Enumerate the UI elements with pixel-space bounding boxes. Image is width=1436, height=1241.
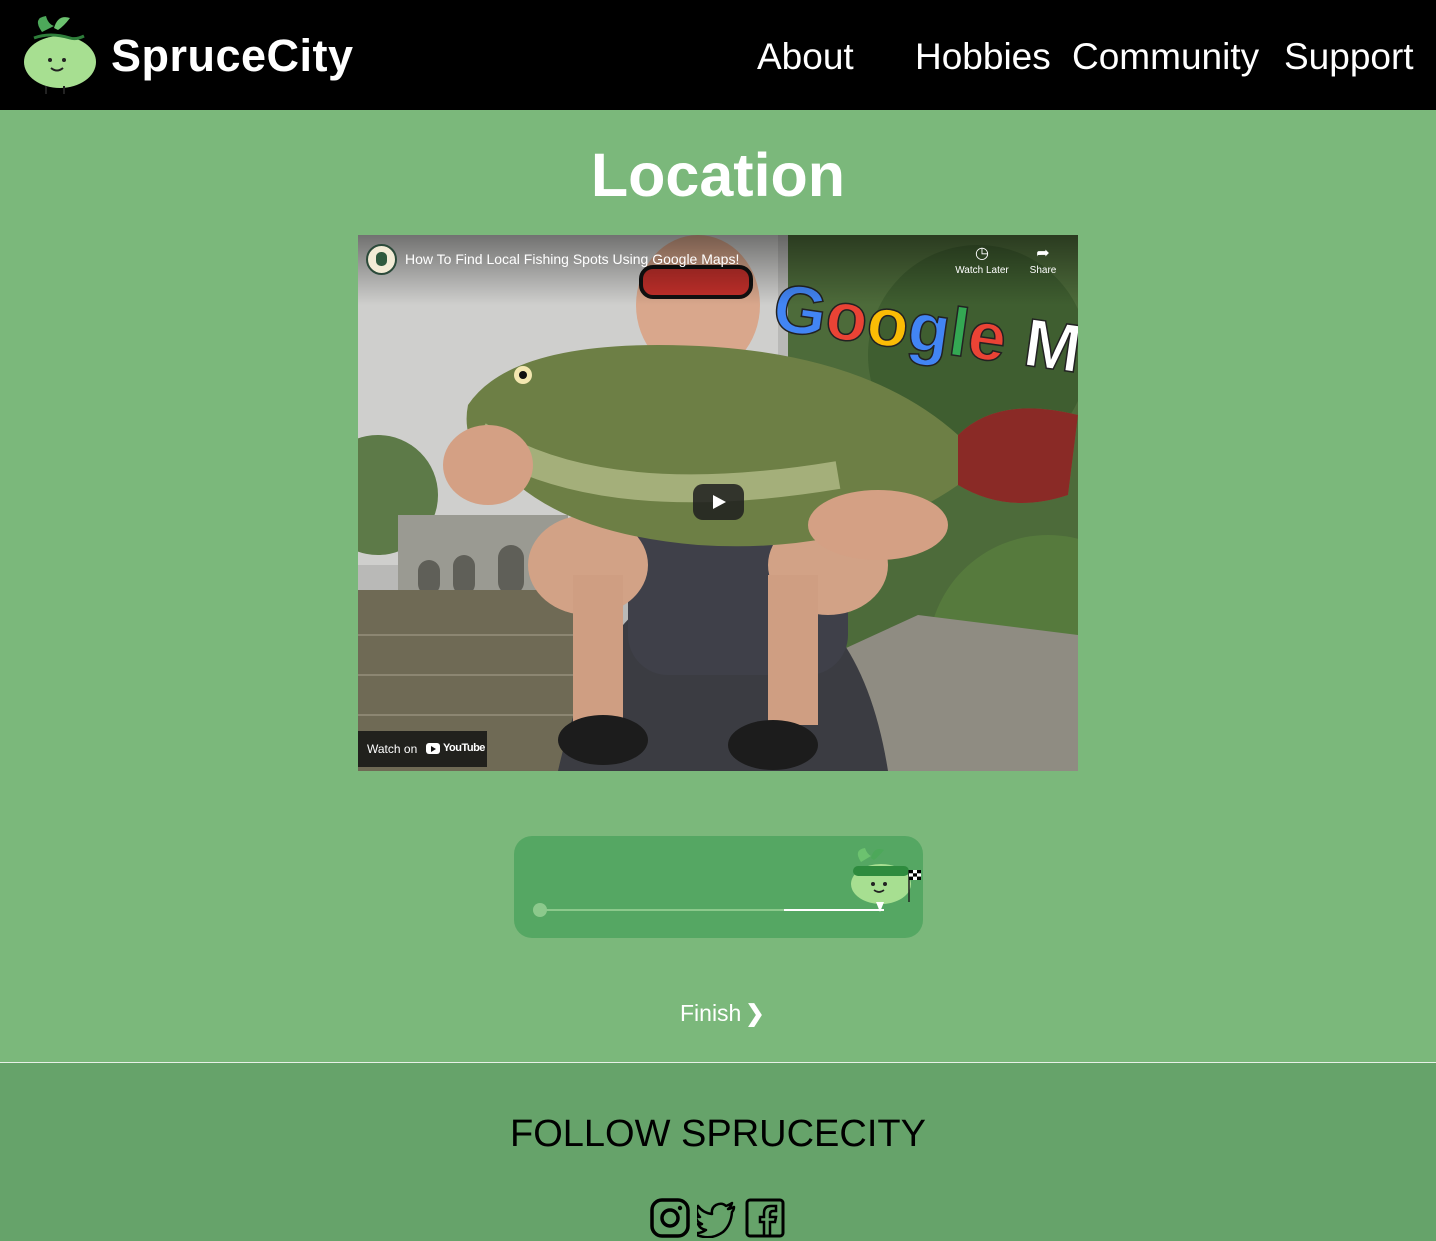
- youtube-play-icon: [426, 743, 440, 754]
- video-embed[interactable]: Google Ma How To Find Local Fishing Spot…: [358, 235, 1078, 771]
- finish-button[interactable]: Finish ❯: [680, 1000, 765, 1027]
- share-button[interactable]: ➦ Share: [1013, 245, 1073, 276]
- share-arrow-icon: ➦: [1036, 245, 1050, 262]
- finish-label: Finish: [680, 1000, 742, 1026]
- watch-on-label: Watch on: [367, 742, 418, 756]
- brand-name[interactable]: SpruceCity: [111, 30, 354, 82]
- site-footer: FOLLOW SPRUCECITY: [0, 1063, 1436, 1241]
- mascot-finish-flag-icon: [851, 848, 921, 912]
- nav-hobbies[interactable]: Hobbies: [915, 36, 1051, 78]
- nav-support[interactable]: Support: [1284, 36, 1414, 78]
- chevron-right-icon: ❯: [745, 1000, 765, 1026]
- clock-icon: ◷: [975, 245, 989, 262]
- site-header: SpruceCity About Hobbies Community Suppo…: [0, 0, 1436, 110]
- progress-card: [514, 836, 923, 938]
- play-button[interactable]: [693, 484, 744, 520]
- nav-about[interactable]: About: [757, 36, 854, 78]
- youtube-wordmark: YouTube: [443, 742, 485, 754]
- twitter-icon[interactable]: [697, 1198, 737, 1238]
- instagram-icon[interactable]: [650, 1198, 690, 1238]
- page-title: Location: [590, 141, 846, 209]
- watch-later-button[interactable]: ◷ Watch Later: [952, 245, 1012, 276]
- video-title[interactable]: How To Find Local Fishing Spots Using Go…: [405, 251, 739, 267]
- watch-on-youtube-button[interactable]: Watch on YouTube: [358, 731, 487, 767]
- follow-heading: FOLLOW SPRUCECITY: [510, 1113, 926, 1155]
- spruce-mascot-logo[interactable]: [20, 8, 100, 96]
- channel-avatar[interactable]: [366, 244, 397, 275]
- nav-community[interactable]: Community: [1072, 36, 1259, 78]
- facebook-icon[interactable]: [745, 1198, 785, 1238]
- watch-later-label: Watch Later: [955, 265, 1009, 276]
- share-label: Share: [1029, 265, 1057, 276]
- progress-track: [539, 909, 884, 911]
